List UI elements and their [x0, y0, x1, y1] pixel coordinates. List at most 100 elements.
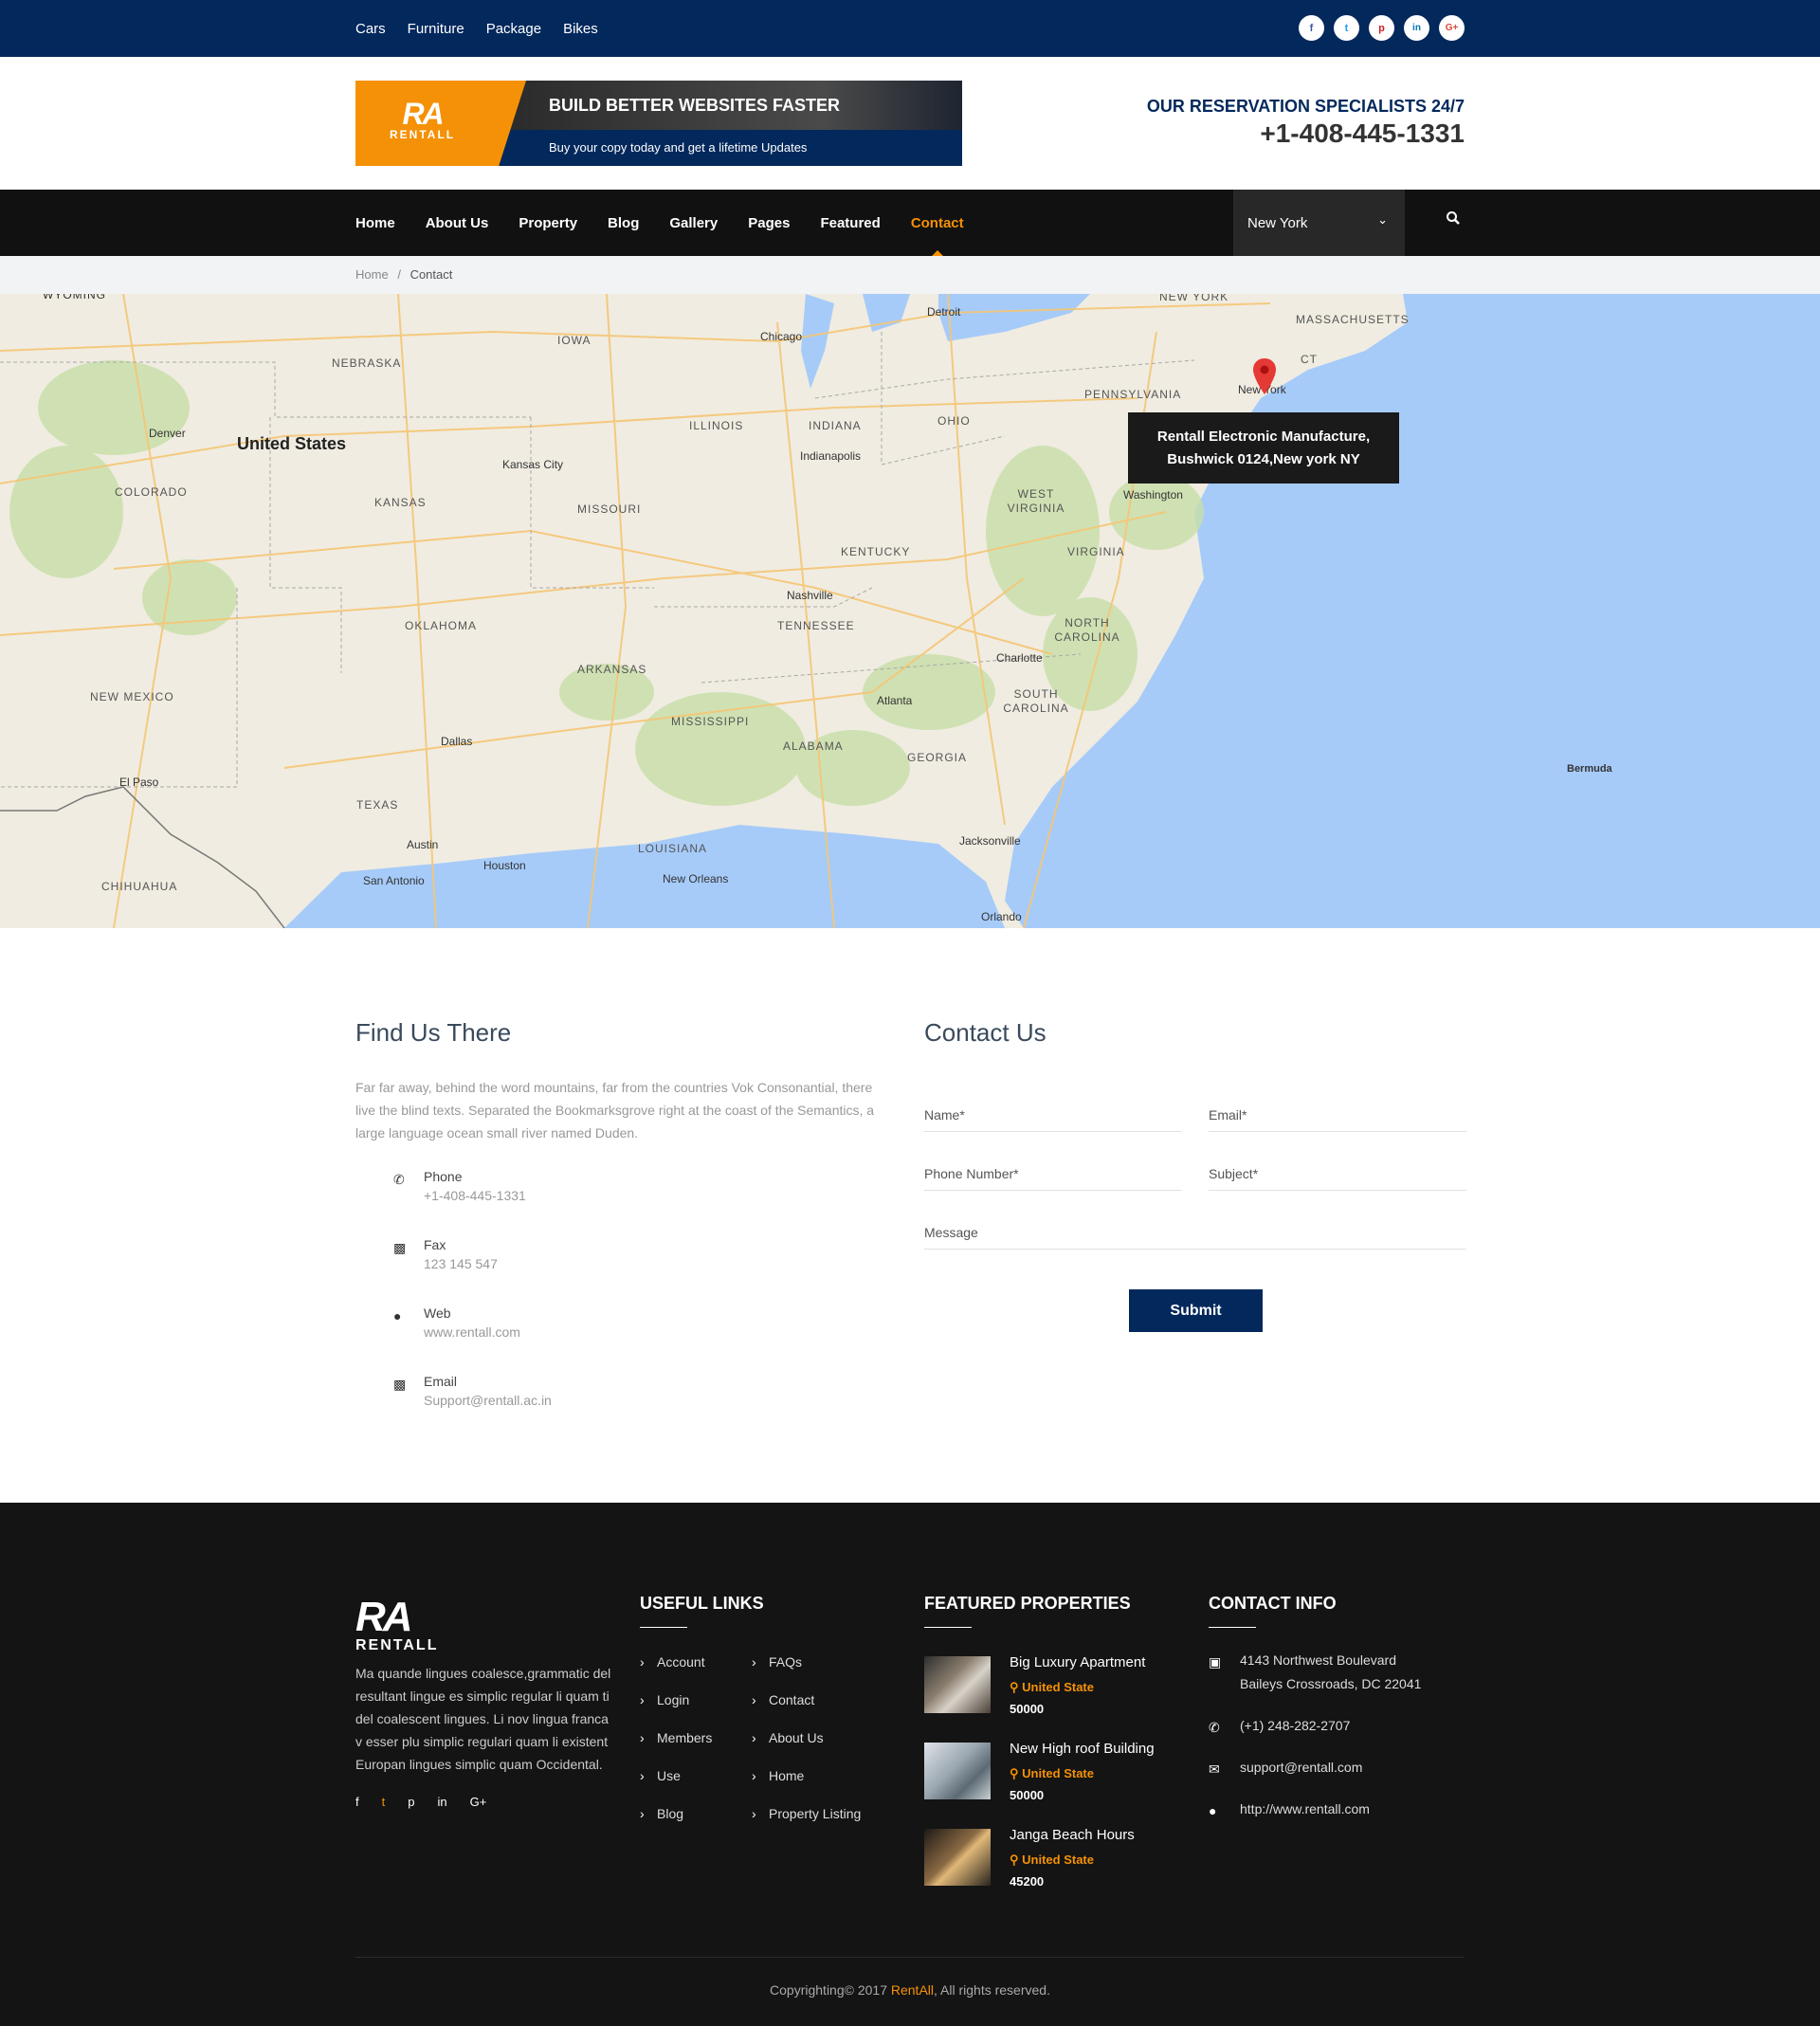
subject-field[interactable]: Subject*: [1209, 1157, 1466, 1191]
property-location: ⚲ United State: [1010, 1680, 1094, 1694]
nav-item-featured[interactable]: Featured: [820, 215, 880, 231]
footer-heading-underline: [924, 1627, 972, 1628]
map-state-label: PENNSYLVANIA: [1084, 388, 1182, 401]
map-state-label: VIRGINIA: [1067, 545, 1125, 558]
chevron-right-icon: ›: [752, 1692, 756, 1707]
footer-link[interactable]: › FAQs: [752, 1654, 861, 1692]
nav-item-property[interactable]: Property: [519, 215, 577, 231]
reservation-label: OUR RESERVATION SPECIALISTS 24/7: [1146, 97, 1465, 116]
email-icon: ▩: [393, 1377, 407, 1392]
footer: RA RENTALL Ma quande lingues coalesce,gr…: [0, 1503, 1820, 2026]
property-location: ⚲ United State: [1010, 1766, 1094, 1780]
nav-item-contact[interactable]: Contact: [911, 215, 964, 257]
chevron-down-icon: ⌄: [1377, 212, 1388, 227]
pinterest-icon[interactable]: p: [1369, 15, 1394, 41]
footer-link[interactable]: › Home: [752, 1768, 861, 1806]
contact-us-title: Contact Us: [924, 1018, 1046, 1047]
map-state-label: ILLINOIS: [689, 419, 744, 432]
city-select[interactable]: New York ⌄: [1233, 190, 1405, 256]
property-title[interactable]: New High roof Building: [1010, 1741, 1155, 1757]
phone-number-field[interactable]: Phone Number*: [924, 1157, 1182, 1191]
main-nav: Home About Us Property Blog Gallery Page…: [0, 190, 1820, 257]
footer-about-text: Ma quande lingues coalesce,grammatic del…: [355, 1666, 611, 1772]
property-price: 50000: [1010, 1702, 1045, 1716]
nav-item-gallery[interactable]: Gallery: [669, 215, 718, 231]
breadcrumb-home[interactable]: Home: [355, 267, 389, 282]
google-plus-icon[interactable]: G+: [1439, 15, 1465, 41]
name-field[interactable]: Name*: [924, 1098, 1182, 1132]
top-link-bikes[interactable]: Bikes: [563, 21, 598, 37]
footer-link[interactable]: › Blog: [640, 1806, 712, 1844]
contact-item-value[interactable]: www.rentall.com: [424, 1324, 520, 1340]
nav-item-pages[interactable]: Pages: [748, 215, 790, 231]
top-link-package[interactable]: Package: [486, 21, 541, 37]
featured-property[interactable]: New High roof Building ⚲ United State 50…: [924, 1741, 1180, 1807]
map-state-label: ALABAMA: [783, 739, 844, 753]
contact-item-value: +1-408-445-1331: [424, 1188, 526, 1203]
location-map[interactable]: WYOMING NEBRASKA IOWA ILLINOIS INDIANA O…: [0, 294, 1820, 928]
footer-link[interactable]: › About Us: [752, 1730, 861, 1768]
footer-link[interactable]: › Login: [640, 1692, 712, 1730]
footer-link[interactable]: › Contact: [752, 1692, 861, 1730]
nav-item-blog[interactable]: Blog: [608, 215, 639, 231]
map-pin-icon[interactable]: [1253, 358, 1276, 394]
search-button[interactable]: [1446, 210, 1469, 234]
contact-item-fax: ▩ Fax 123 145 547: [393, 1237, 886, 1305]
linkedin-icon[interactable]: in: [1404, 15, 1429, 41]
top-social-links: f t p in G+: [1299, 15, 1465, 41]
message-field[interactable]: Message: [924, 1215, 1466, 1250]
top-link-furniture[interactable]: Furniture: [408, 21, 464, 37]
featured-properties-title: FEATURED PROPERTIES: [924, 1594, 1131, 1613]
copyright: Copyrighting© 2017 RentAll, All rights r…: [355, 1957, 1465, 1998]
contact-item-label: Phone: [424, 1169, 463, 1184]
contact-website-value[interactable]: http://www.rentall.com: [1240, 1798, 1370, 1821]
email-field[interactable]: Email*: [1209, 1098, 1466, 1132]
property-thumbnail[interactable]: [924, 1743, 991, 1799]
facebook-icon[interactable]: f: [1299, 15, 1324, 41]
map-state-label: NEBRASKA: [332, 356, 402, 370]
map-city-label: Denver: [149, 427, 186, 440]
property-thumbnail[interactable]: [924, 1656, 991, 1713]
map-country-label: United States: [237, 434, 347, 453]
property-thumbnail[interactable]: [924, 1829, 991, 1886]
footer-link[interactable]: › Use: [640, 1768, 712, 1806]
property-title[interactable]: Big Luxury Apartment: [1010, 1654, 1145, 1670]
chevron-right-icon: ›: [640, 1806, 645, 1821]
map-city-label: Nashville: [787, 589, 833, 602]
nav-item-about-us[interactable]: About Us: [426, 215, 489, 231]
featured-property[interactable]: Big Luxury Apartment ⚲ United State 5000…: [924, 1654, 1180, 1721]
pinterest-icon[interactable]: p: [408, 1795, 414, 1809]
promo-banner[interactable]: RA RENTALL BUILD BETTER WEBSITES FASTER …: [355, 81, 962, 166]
submit-button[interactable]: Submit: [1129, 1289, 1263, 1332]
featured-property[interactable]: Janga Beach Hours ⚲ United State 45200: [924, 1827, 1180, 1893]
reservation-phone[interactable]: +1-408-445-1331: [1147, 119, 1465, 149]
contact-item-email: ▩ Email Support@rentall.ac.in: [393, 1374, 886, 1442]
map-city-label: Bermuda: [1567, 763, 1612, 775]
facebook-icon[interactable]: f: [355, 1795, 359, 1809]
footer-link[interactable]: › Property Listing: [752, 1806, 861, 1844]
contact-email-value[interactable]: support@rentall.com: [1240, 1756, 1362, 1780]
copyright-brand[interactable]: RentAll: [891, 1982, 934, 1998]
map-state-label: SOUTH CAROLINA: [1003, 687, 1069, 715]
property-price: 45200: [1010, 1874, 1045, 1889]
nav-item-home[interactable]: Home: [355, 215, 395, 231]
map-state-label: MISSISSIPPI: [671, 715, 750, 728]
twitter-icon[interactable]: t: [1334, 15, 1359, 41]
footer-logo[interactable]: RA RENTALL: [355, 1597, 611, 1654]
contact-item-value[interactable]: Support@rentall.ac.in: [424, 1393, 552, 1408]
contact-phone-value[interactable]: (+1) 248-282-2707: [1240, 1714, 1350, 1738]
property-title[interactable]: Janga Beach Hours: [1010, 1827, 1135, 1843]
contact-item-phone: ✆ Phone +1-408-445-1331: [393, 1169, 886, 1237]
footer-link[interactable]: › Account: [640, 1654, 712, 1692]
map-state-label: OKLAHOMA: [405, 619, 478, 632]
twitter-icon[interactable]: t: [382, 1795, 386, 1809]
linkedin-icon[interactable]: in: [437, 1795, 446, 1809]
banner-subtitle: Buy your copy today and get a lifetime U…: [549, 140, 808, 155]
map-city-label: Dallas: [441, 735, 473, 748]
footer-link[interactable]: › Members: [640, 1730, 712, 1768]
google-plus-icon[interactable]: G+: [470, 1795, 487, 1809]
copyright-suffix: , All rights reserved.: [934, 1982, 1050, 1998]
top-link-cars[interactable]: Cars: [355, 21, 386, 37]
nav-menu: Home About Us Property Blog Gallery Page…: [355, 190, 964, 257]
map-city-label: Houston: [483, 859, 526, 872]
